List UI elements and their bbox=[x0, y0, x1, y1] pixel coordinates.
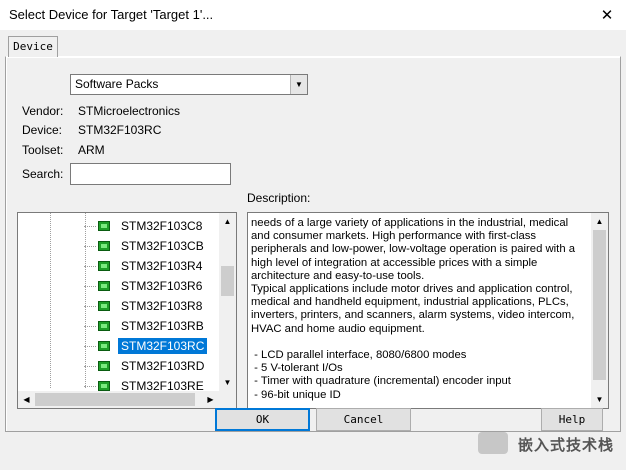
device-label: Device: bbox=[22, 123, 63, 137]
chip-icon bbox=[98, 261, 110, 271]
tree-connector bbox=[84, 325, 96, 327]
tree-vertical-scrollbar[interactable]: ▲ ▼ bbox=[219, 213, 236, 391]
chip-icon bbox=[98, 341, 110, 351]
chip-icon bbox=[98, 361, 110, 371]
tree-connector bbox=[84, 365, 96, 367]
scroll-thumb[interactable] bbox=[35, 393, 195, 406]
watermark: 嵌入式技术栈 bbox=[478, 424, 626, 470]
vendor-value: STMicroelectronics bbox=[78, 104, 181, 118]
tree-connector bbox=[84, 385, 96, 387]
tree-item[interactable]: STM32F103C8 bbox=[84, 216, 205, 236]
chip-icon bbox=[98, 241, 110, 251]
tree-item[interactable]: STM32F103CB bbox=[84, 236, 207, 256]
window-title: Select Device for Target 'Target 1'... bbox=[9, 7, 214, 22]
scroll-left-icon[interactable]: ◀ bbox=[18, 391, 35, 408]
tree-item[interactable]: STM32F103RB bbox=[84, 316, 207, 336]
description-label: Description: bbox=[247, 191, 311, 205]
tree-connector bbox=[84, 225, 96, 227]
scroll-thumb[interactable] bbox=[221, 266, 234, 296]
tree-item-label: STM32F103R8 bbox=[121, 299, 203, 313]
tree-item[interactable]: STM32F103R4 bbox=[84, 256, 205, 276]
tree-connector bbox=[84, 245, 96, 247]
search-label: Search: bbox=[22, 167, 64, 181]
tab-device[interactable]: Device bbox=[8, 36, 58, 57]
scroll-down-icon[interactable]: ▼ bbox=[219, 374, 236, 391]
scroll-up-icon[interactable]: ▲ bbox=[591, 213, 608, 230]
tree-guide-line bbox=[50, 213, 52, 388]
watermark-text: 嵌入式技术栈 bbox=[518, 437, 615, 454]
scroll-down-icon[interactable]: ▼ bbox=[591, 391, 608, 408]
scroll-thumb[interactable] bbox=[593, 230, 606, 380]
tree-item-label: STM32F103RC bbox=[118, 338, 208, 354]
ok-button[interactable]: OK bbox=[215, 408, 310, 431]
device-source-dropdown[interactable]: Software Packs ▼ bbox=[70, 74, 308, 95]
toolset-value: ARM bbox=[78, 143, 105, 157]
tree-horizontal-scrollbar[interactable]: ◀ ▶ bbox=[18, 391, 236, 408]
dialog-client: Device Software Packs ▼ Vendor: STMicroe… bbox=[0, 30, 626, 470]
description-text: needs of a large variety of applications… bbox=[251, 217, 576, 401]
device-value: STM32F103RC bbox=[78, 123, 162, 137]
title-bar: Select Device for Target 'Target 1'... ✕ bbox=[0, 0, 626, 30]
chip-icon bbox=[98, 221, 110, 231]
search-input[interactable] bbox=[70, 163, 231, 185]
device-source-value: Software Packs bbox=[75, 77, 159, 91]
cancel-button[interactable]: Cancel bbox=[316, 408, 411, 431]
tree-item-label: STM32F103R6 bbox=[121, 279, 203, 293]
tree-item-label: STM32F103R4 bbox=[121, 259, 203, 273]
tree-item-label: STM32F103RB bbox=[121, 319, 204, 333]
tree-item-label: STM32F103CB bbox=[121, 239, 204, 253]
vendor-label: Vendor: bbox=[22, 104, 64, 118]
chat-icon bbox=[478, 432, 508, 454]
scroll-right-icon[interactable]: ▶ bbox=[202, 391, 219, 408]
tree-item-label: STM32F103RD bbox=[121, 359, 205, 373]
tree-item[interactable]: STM32F103R8 bbox=[84, 296, 205, 316]
chip-icon bbox=[98, 321, 110, 331]
tree-connector bbox=[84, 265, 96, 267]
description-scrollbar[interactable]: ▲ ▼ bbox=[591, 213, 608, 408]
scroll-up-icon[interactable]: ▲ bbox=[219, 213, 236, 230]
description-box[interactable]: needs of a large variety of applications… bbox=[247, 212, 609, 409]
chip-icon bbox=[98, 381, 110, 391]
tree-connector bbox=[84, 345, 96, 347]
tree-item[interactable]: STM32F103RD bbox=[84, 356, 207, 376]
chevron-down-icon[interactable]: ▼ bbox=[290, 75, 307, 94]
close-icon[interactable]: ✕ bbox=[588, 0, 626, 30]
toolset-label: Toolset: bbox=[22, 143, 64, 157]
tree-item[interactable]: STM32F103R6 bbox=[84, 276, 205, 296]
tree-item-label: STM32F103C8 bbox=[121, 219, 203, 233]
device-tree[interactable]: STM32F103C8 STM32F103CB STM32F103R4 STM32F1… bbox=[17, 212, 237, 409]
tree-connector bbox=[84, 285, 96, 287]
tree-connector bbox=[84, 305, 96, 307]
tree-item[interactable]: STM32F103RC bbox=[84, 336, 208, 356]
chip-icon bbox=[98, 281, 110, 291]
chip-icon bbox=[98, 301, 110, 311]
